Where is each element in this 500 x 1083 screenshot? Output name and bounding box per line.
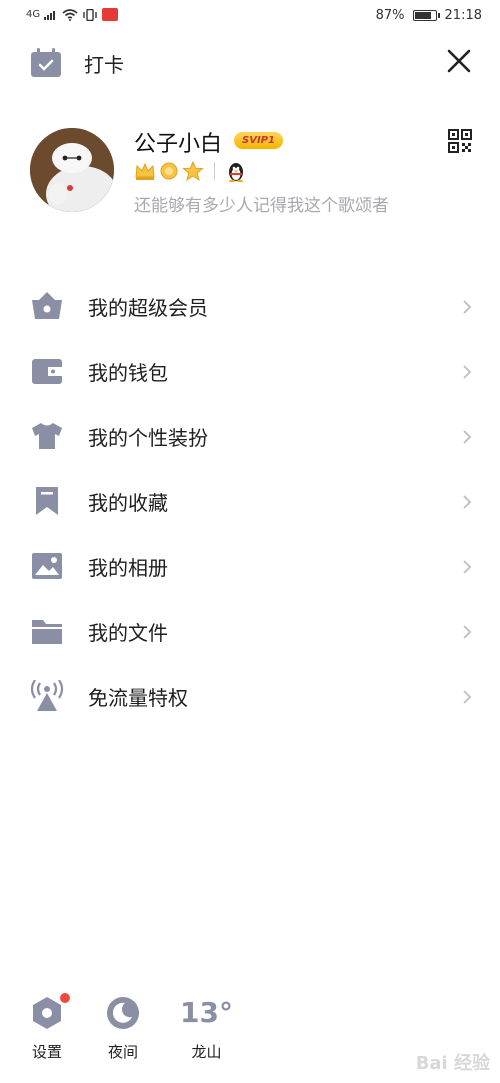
signal-tower-icon (30, 680, 64, 711)
network-type: 4G (26, 9, 41, 20)
menu-label: 我的钱包 (88, 361, 168, 385)
settings-label: 设置 (31, 1043, 62, 1061)
menu-item-svip[interactable]: 我的超级会员 (0, 274, 500, 339)
signal-icon (44, 11, 56, 20)
bookmark-icon (36, 487, 58, 515)
chevron-right-icon (463, 494, 472, 509)
drawer-menu: 我的超级会员 我的钱包 我的个性装扮 我的收藏 我的相册 我的文件 免流量特权 (0, 274, 500, 729)
night-label: 夜间 (107, 1043, 138, 1061)
close-icon[interactable] (446, 48, 472, 74)
wifi-icon (62, 8, 78, 21)
level-badges[interactable] (134, 160, 247, 182)
star-icon (182, 161, 204, 181)
sun-icon (160, 162, 178, 180)
wallet-icon (32, 359, 62, 384)
menu-item-theme[interactable]: 我的个性装扮 (0, 404, 500, 469)
menu-item-album[interactable]: 我的相册 (0, 534, 500, 599)
menu-label: 我的收藏 (88, 491, 168, 515)
temperature: 13° (180, 996, 233, 1029)
menu-label: 我的文件 (88, 621, 168, 645)
penguin-icon (229, 163, 243, 182)
watermark: Bai 经验 (415, 1053, 490, 1074)
menu-item-favorites[interactable]: 我的收藏 (0, 469, 500, 534)
battery-icon (412, 10, 440, 21)
menu-item-files[interactable]: 我的文件 (0, 599, 500, 664)
menu-label: 我的相册 (88, 556, 168, 580)
city-label: 龙山 (191, 1043, 222, 1061)
status-left: 4G (26, 8, 119, 21)
calendar-check-icon (31, 48, 61, 77)
folder-icon (32, 620, 62, 644)
notification-dot (60, 993, 70, 1003)
chevron-right-icon (463, 559, 472, 574)
settings-button[interactable]: 设置 (30, 993, 70, 1062)
profile-card: 公子小白 SVIP1 还能够有多少人记得我这个歌颂者 (0, 124, 500, 224)
app-notification-icon (102, 8, 119, 21)
crown-icon (135, 162, 155, 180)
battery-percent: 87% (375, 8, 405, 23)
menu-item-free-data[interactable]: 免流量特权 (0, 664, 500, 729)
qr-code-icon[interactable] (448, 129, 472, 153)
nickname[interactable]: 公子小白 (134, 126, 222, 158)
settings-icon (33, 997, 61, 1029)
status-right: 87% 21:18 (376, 8, 482, 23)
chevron-right-icon (463, 689, 472, 704)
svip-basket-icon (32, 292, 62, 319)
avatar[interactable] (30, 128, 114, 212)
status-bar: 4G 87% 21:18 (0, 0, 500, 34)
menu-label: 我的超级会员 (88, 296, 208, 320)
vibrate-icon (83, 8, 97, 21)
baymax-avatar-icon (30, 128, 114, 212)
weather-widget[interactable]: 13° 龙山 (180, 995, 233, 1062)
tshirt-icon (32, 423, 62, 449)
clock: 21:18 (444, 8, 482, 23)
checkin-label: 打卡 (84, 52, 124, 77)
chevron-right-icon (463, 624, 472, 639)
svip-badge[interactable]: SVIP1 (234, 132, 283, 149)
drawer-header: 打卡 (0, 42, 500, 86)
menu-label: 我的个性装扮 (88, 426, 208, 450)
chevron-right-icon (463, 364, 472, 379)
moon-icon (107, 997, 139, 1029)
signature[interactable]: 还能够有多少人记得我这个歌颂者 (134, 191, 389, 216)
checkin-button[interactable]: 打卡 (30, 48, 124, 78)
menu-label: 免流量特权 (88, 686, 188, 710)
menu-item-wallet[interactable]: 我的钱包 (0, 339, 500, 404)
chevron-right-icon (463, 299, 472, 314)
chevron-right-icon (463, 429, 472, 444)
badge-divider (214, 162, 215, 180)
photo-icon (32, 553, 62, 579)
night-mode-button[interactable]: 夜间 (106, 995, 140, 1062)
